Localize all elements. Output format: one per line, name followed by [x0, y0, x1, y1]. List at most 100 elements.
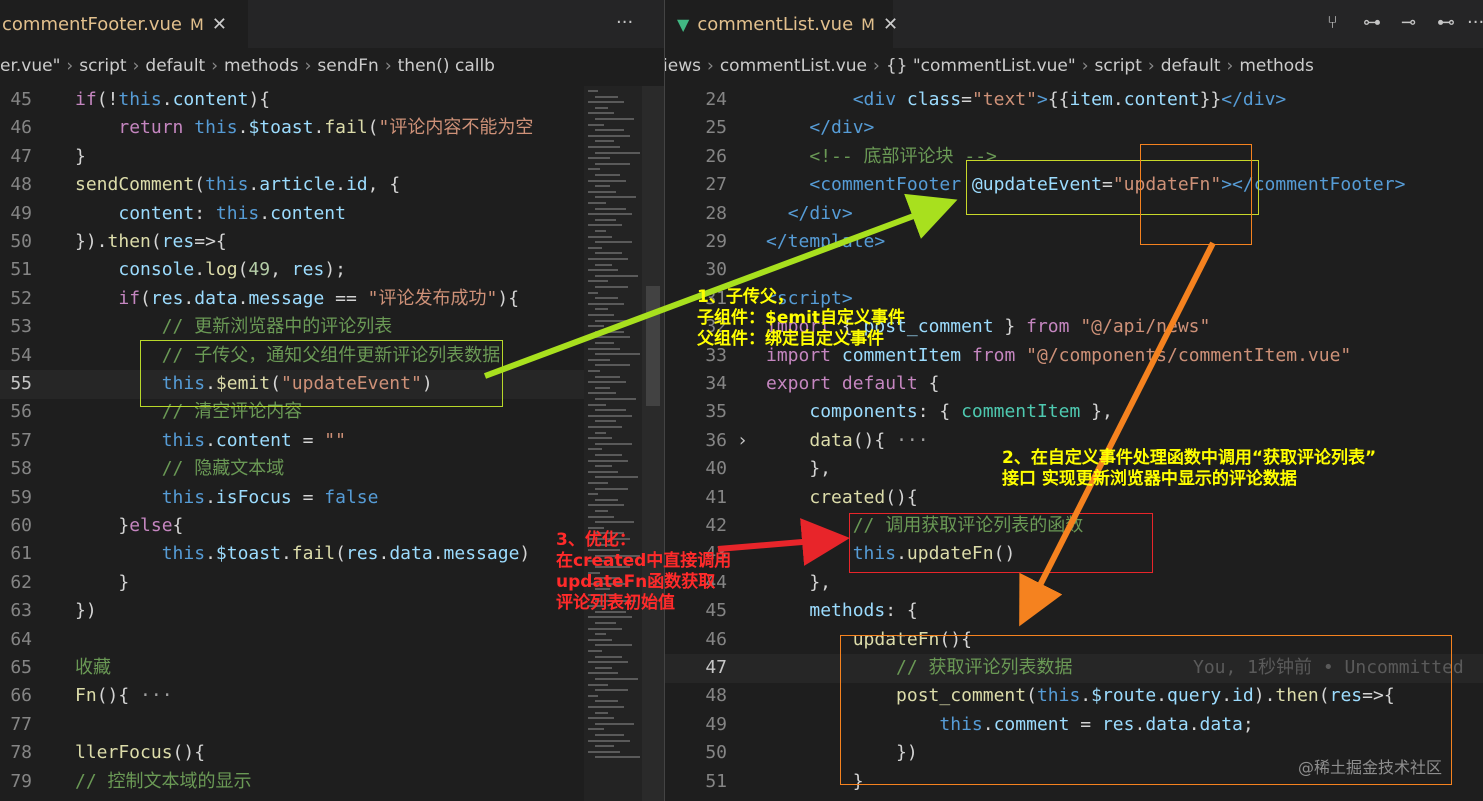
breadcrumb-item[interactable]: default — [1161, 56, 1221, 76]
code-line[interactable]: 52 if(res.data.message == "评论发布成功"){ — [0, 285, 664, 314]
line-number: 55 — [10, 373, 32, 394]
line-number: 48 — [705, 685, 727, 707]
minimap-line — [588, 750, 620, 753]
previous-change-icon[interactable]: ⊸ — [1401, 12, 1416, 33]
code-line[interactable]: 66 Fn(){ ··· — [0, 682, 664, 711]
code-line[interactable]: 46 return this.$toast.fail("评论内容不能为空 — [0, 114, 664, 143]
code-text: this.$toast.fail(res.data.message) — [161, 543, 531, 565]
code-line[interactable]: 51 console.log(49, res); — [0, 256, 664, 285]
code-line[interactable]: 24 <div class="text">{{item.content}}</d… — [665, 86, 1483, 115]
code-text: }else{ — [75, 515, 184, 536]
close-icon[interactable]: ✕ — [883, 14, 898, 35]
code-line[interactable]: 64 — [0, 626, 664, 655]
minimap-line — [588, 414, 632, 417]
code-area[interactable]: 45 if(!this.content){46 return this.$toas… — [0, 86, 664, 801]
close-icon[interactable]: ✕ — [212, 14, 227, 35]
minimap-line — [595, 308, 608, 311]
minimap-line — [588, 90, 598, 92]
minimap-line — [588, 493, 598, 496]
code-line[interactable]: 44 }, — [665, 569, 1483, 598]
minimap-line — [595, 375, 620, 378]
code-line[interactable]: 77 — [0, 711, 664, 740]
scrollbar[interactable] — [642, 86, 664, 801]
code-text: </template> — [766, 231, 886, 252]
more-actions-icon[interactable]: ··· — [1467, 12, 1483, 33]
tab-commentlist[interactable]: ▼ commentList.vue M ✕ — [665, 0, 898, 48]
code-line[interactable]: 79 // 控制文本域的显示 — [0, 768, 664, 797]
code-line[interactable]: 78 llerFocus(){ — [0, 739, 664, 768]
code-line[interactable]: 59 this.isFocus = false — [0, 484, 664, 513]
minimap-line — [588, 683, 608, 686]
breadcrumb-item[interactable]: sendFn — [317, 56, 378, 76]
code-line[interactable]: 34 export default { — [665, 370, 1483, 399]
code-line[interactable]: 53 // 更新浏览器中的评论列表 — [0, 313, 664, 342]
code-line[interactable]: 49 content: this.content — [0, 200, 664, 229]
breadcrumb-item[interactable]: commentList.vue — [720, 56, 867, 76]
breadcrumb-item[interactable]: methods — [1239, 56, 1314, 76]
minimap-line — [595, 711, 608, 714]
breadcrumb-item[interactable]: default — [145, 56, 205, 76]
code-text: </div> — [787, 202, 853, 224]
minimap-line — [595, 106, 608, 109]
minimap-line — [588, 515, 614, 518]
code-line[interactable]: 58 // 隐藏文本域 — [0, 455, 664, 484]
crumb-separator: › — [304, 56, 312, 76]
fold-chevron-icon[interactable]: › — [737, 427, 748, 456]
code-line[interactable]: 45 if(!this.content){ — [0, 86, 664, 115]
code-text: } — [75, 145, 86, 167]
code-line[interactable]: 45 methods: { — [665, 597, 1483, 626]
more-actions-icon[interactable]: ··· — [616, 12, 633, 33]
minimap-line — [588, 616, 632, 619]
code-text: console.log(49, res); — [118, 259, 346, 281]
breadcrumb-item[interactable]: script — [1095, 56, 1142, 76]
breadcrumb-item[interactable]: views — [665, 56, 701, 76]
code-text: }) — [75, 600, 97, 622]
breadcrumb-item[interactable]: {} "commentList.vue" — [886, 56, 1076, 76]
next-change-icon[interactable]: ⊷ — [1437, 12, 1455, 33]
minimap-line — [588, 650, 602, 652]
code-line[interactable]: 47} — [0, 143, 664, 172]
file-name: commentFooter.vue — [2, 13, 182, 35]
annotation-optimization: 3、优化： 在created中直接调用 updateFn函数获取 评论列表初始值 — [556, 530, 732, 613]
code-line[interactable]: 57 this.content = "" — [0, 427, 664, 456]
minimap-line — [595, 185, 610, 188]
code-line[interactable]: 30 — [665, 256, 1483, 285]
minimap-line — [588, 202, 606, 204]
code-line[interactable]: 35 components: { commentItem }, — [665, 398, 1483, 427]
line-number: 30 — [705, 259, 727, 281]
minimap-line — [588, 280, 608, 283]
code-text: 收藏 — [75, 657, 111, 678]
breadcrumb-item[interactable]: script — [79, 56, 126, 76]
line-number: 46 — [705, 628, 727, 650]
minimap-line — [595, 319, 634, 322]
code-text: export default { — [766, 373, 940, 394]
minimap-line — [588, 258, 628, 260]
minimap[interactable] — [584, 86, 642, 801]
line-number: 40 — [705, 458, 727, 480]
crumb-separator: › — [66, 56, 74, 76]
minimap-line — [588, 157, 610, 160]
code-line[interactable]: 50}).then(res=>{ — [0, 228, 664, 257]
minimap-line — [595, 722, 634, 725]
code-text: methods: { — [809, 600, 918, 622]
code-line[interactable]: 65 收藏 — [0, 654, 664, 683]
line-number: 25 — [705, 117, 727, 139]
minimap-line — [588, 470, 618, 473]
minimap-line — [588, 694, 598, 697]
code-line[interactable]: 25 </div> — [665, 114, 1483, 143]
code-line[interactable]: 48 sendComment(this.article.id, { — [0, 171, 664, 200]
breadcrumb-item[interactable]: then() callb — [398, 56, 495, 76]
git-commit-icon[interactable]: ⊶ — [1363, 12, 1381, 33]
minimap-line — [588, 213, 632, 216]
scroll-thumb[interactable] — [646, 286, 660, 406]
crumb-separator: › — [132, 56, 140, 76]
code-text: this.content = "" — [161, 429, 346, 451]
line-number: 52 — [10, 287, 32, 309]
code-text: this.isFocus = false — [161, 486, 379, 508]
code-line[interactable]: 29 </template> — [665, 228, 1483, 257]
line-number: 27 — [705, 174, 727, 196]
breadcrumb-item[interactable]: er.vue" — [0, 56, 60, 76]
tab-commentfooter[interactable]: commentFooter.vue M ✕ — [0, 0, 248, 48]
breadcrumb-item[interactable]: methods — [224, 56, 299, 76]
compare-changes-icon[interactable]: ⑂ — [1327, 12, 1338, 33]
